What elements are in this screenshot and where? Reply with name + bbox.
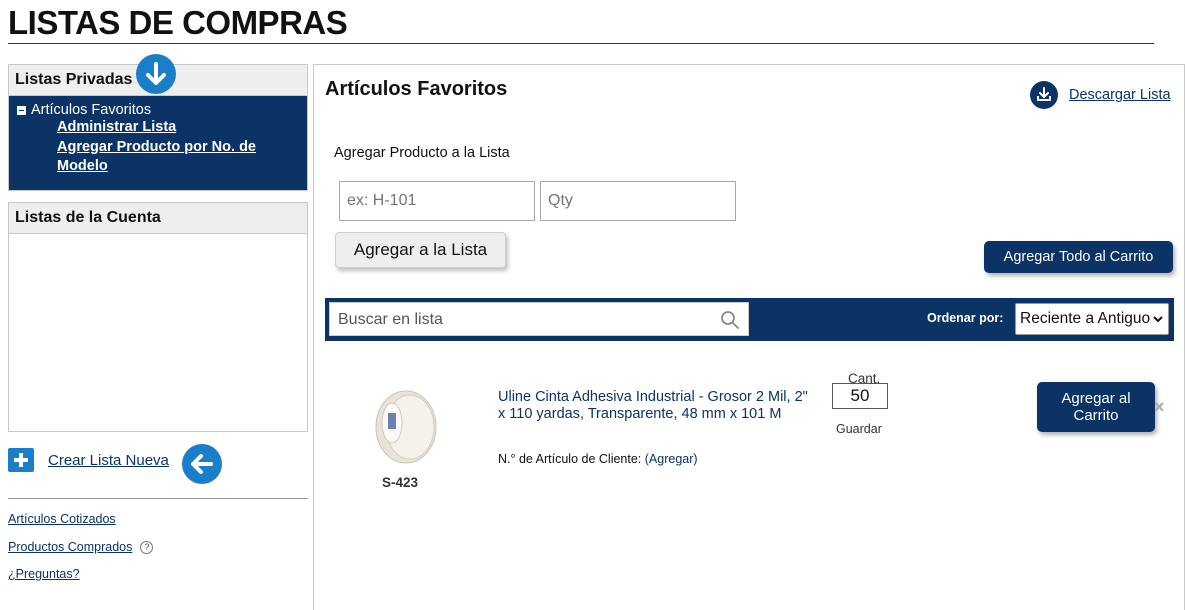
customer-item-label: N.° de Artículo de Cliente: [498,452,642,466]
chevron-down-icon [1153,316,1163,323]
list-item-favorites[interactable]: Artículos Favoritos [17,102,299,118]
product-sku: S-423 [382,475,419,490]
sort-selected-value: Reciente a Antiguo [1020,310,1151,327]
model-number-input[interactable] [339,181,535,221]
customer-item-number-row: N.° de Artículo de Cliente: (Agregar) [498,452,698,466]
questions-link[interactable]: ¿Preguntas? [8,567,80,581]
account-lists-heading: Listas de la Cuenta [9,203,307,234]
minus-box-icon[interactable] [17,105,26,115]
sort-label: Ordenar por: [927,311,1004,325]
title-divider [8,43,1154,44]
manage-list-link[interactable]: Administrar Lista [57,118,299,138]
private-lists-body: Artículos Favoritos Administrar Lista Ag… [9,96,307,190]
main-panel: Artículos Favoritos Descargar Lista Agre… [313,64,1185,610]
account-lists-panel: Listas de la Cuenta [8,202,308,432]
purchased-products-row: Productos Comprados? [8,540,154,554]
arrow-down-circle-icon [136,54,176,94]
page-title: LISTAS DE COMPRAS [8,4,348,41]
list-title: Artículos Favoritos [325,78,508,100]
download-icon[interactable] [1030,81,1058,109]
close-icon[interactable]: × [1154,397,1165,418]
sort-select[interactable]: Reciente a Antiguo [1015,303,1169,335]
list-search-input[interactable]: Buscar en lista [329,302,749,336]
arrow-left-circle-icon [182,444,222,484]
download-list-link[interactable]: Descargar Lista [1069,87,1171,103]
list-search-placeholder: Buscar en lista [338,311,443,328]
purchased-products-link[interactable]: Productos Comprados [8,540,132,554]
help-icon[interactable]: ? [140,541,154,554]
add-all-to-cart-button[interactable]: Agregar Todo al Carrito [984,241,1173,273]
product-image[interactable] [370,381,444,471]
add-product-label: Agregar Producto a la Lista [334,145,510,161]
plus-square-icon[interactable] [8,448,34,472]
search-icon[interactable] [720,310,740,330]
qty-input[interactable] [540,181,736,221]
add-by-model-link[interactable]: Agregar Producto por No. de Modelo [57,138,299,177]
list-item-favorites-label[interactable]: Artículos Favoritos [31,102,151,118]
create-list-link[interactable]: Crear Lista Nueva [48,452,169,469]
quoted-items-link[interactable]: Artículos Cotizados [8,512,116,526]
save-qty-link[interactable]: Guardar [836,422,882,436]
customer-item-add-link[interactable]: (Agregar) [645,452,698,466]
add-to-cart-button[interactable]: Agregar al Carrito [1037,382,1155,432]
list-toolbar: Buscar en lista Ordenar por: Reciente a … [325,298,1174,341]
sidebar-divider [8,498,308,499]
create-list-row[interactable]: Crear Lista Nueva [8,448,169,472]
add-to-list-button[interactable]: Agregar a la Lista [335,232,506,268]
product-name-link[interactable]: Uline Cinta Adhesiva Industrial - Grosor… [498,389,808,423]
item-qty-input[interactable]: 50 [832,383,888,409]
